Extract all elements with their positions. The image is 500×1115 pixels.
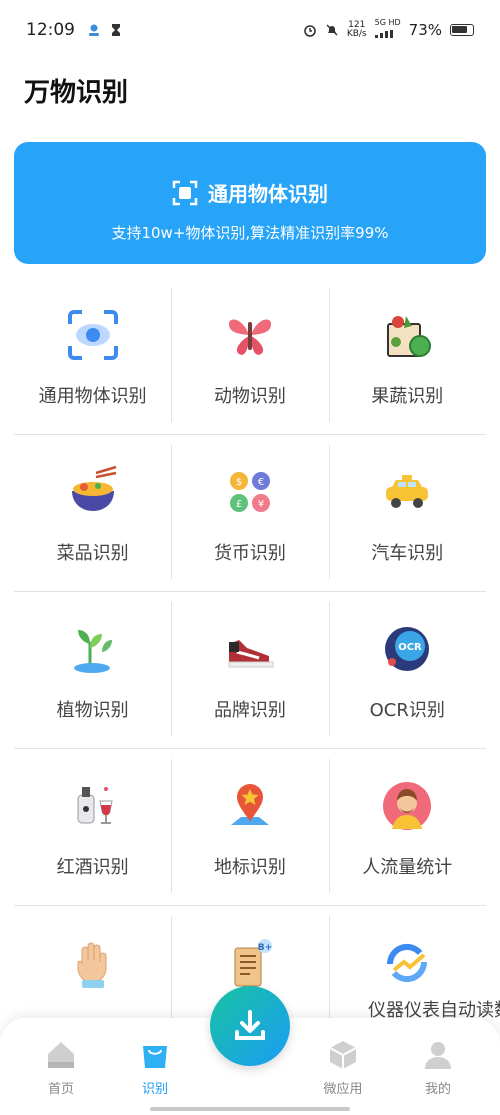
grid-item-label: 红酒识别	[56, 857, 129, 878]
noodle-bowl-icon	[71, 465, 116, 511]
page-title: 万物识别	[24, 78, 129, 108]
nav-micro-apps-label: 微应用	[323, 1082, 363, 1097]
svg-text:B+: B+	[258, 943, 272, 953]
battery-percent: 73%	[408, 21, 442, 39]
grid-item-wine[interactable]: 红酒识别	[14, 749, 171, 905]
status-bar: 12:09 121 KB/s 5G HD 73%	[0, 0, 500, 60]
person-avatar-icon	[383, 782, 432, 830]
app-notification-icon	[89, 24, 99, 36]
grid-item-vegetable[interactable]: 果蔬识别	[328, 278, 486, 434]
nav-home[interactable]: 首页	[26, 1038, 96, 1097]
eye-scan-icon	[67, 310, 118, 360]
banner-subtitle: 支持10w+物体识别,算法精准识别率99%	[111, 224, 389, 242]
grid-row: 菜品识别 $ € £ ¥ 货币识别 汽车识别	[14, 435, 486, 592]
grid-item-label: 人流量统计	[362, 857, 453, 878]
wine-icon	[77, 787, 113, 824]
download-icon	[235, 1010, 265, 1040]
grid-item-currency[interactable]: $ € £ ¥ 货币识别	[171, 435, 328, 591]
grid-item-brand[interactable]: 品牌识别	[171, 592, 328, 748]
taxi-icon	[386, 475, 429, 508]
signal-icon	[374, 30, 393, 38]
grid-row: 通用物体识别 动物识别 果蔬识别	[14, 278, 486, 435]
grid-row: 植物识别 品牌识别 OCR OCR识别	[14, 592, 486, 749]
grid-item-label: 品牌识别	[213, 700, 286, 721]
recognition-grid: 通用物体识别 动物识别 果蔬识别 菜品识别 $ € £ ¥ 货币识别 汽车识别 …	[14, 278, 486, 1063]
nav-recognize[interactable]: 识别	[120, 1038, 190, 1097]
grid-item-label: 果蔬识别	[371, 386, 444, 407]
general-recognition-banner[interactable]: 通用物体识别 支持10w+物体识别,算法精准识别率99%	[14, 142, 486, 264]
svg-text:£: £	[236, 499, 242, 510]
download-button[interactable]	[210, 986, 290, 1066]
grid-item-label: 植物识别	[56, 700, 129, 721]
home-icon	[48, 1042, 74, 1068]
alarm-icon	[304, 25, 316, 37]
banner-title: 通用物体识别	[208, 182, 328, 206]
grid-item-ocr[interactable]: OCR OCR识别	[328, 592, 486, 748]
grid-item-label: 动物识别	[213, 386, 286, 407]
cube-icon	[329, 1041, 357, 1069]
svg-text:OCR: OCR	[398, 642, 422, 653]
battery-icon	[450, 24, 474, 36]
network-speed-unit: KB/s	[346, 29, 367, 39]
vegetable-basket-icon	[387, 316, 432, 357]
hand-icon	[77, 942, 107, 988]
sneaker-icon	[228, 640, 274, 668]
grid-item-landmark[interactable]: 地标识别	[171, 749, 328, 905]
grid-item-car[interactable]: 汽车识别	[328, 435, 486, 591]
home-indicator[interactable]	[150, 1107, 350, 1111]
nav-mine-label: 我的	[424, 1082, 451, 1097]
nav-micro-apps[interactable]: 微应用	[308, 1038, 378, 1097]
grid-item-general[interactable]: 通用物体识别	[14, 278, 171, 434]
butterfly-icon	[228, 319, 271, 355]
grid-row: 红酒识别 地标识别 人流量统计	[14, 749, 486, 906]
grid-item-label: 货币识别	[213, 543, 286, 564]
grid-item-animal[interactable]: 动物识别	[171, 278, 328, 434]
grid-item-label: OCR识别	[369, 700, 445, 721]
grid-item-label: 地标识别	[213, 857, 286, 878]
status-time: 12:09	[26, 20, 75, 40]
grid-item-label: 通用物体识别	[38, 386, 147, 407]
grid-item-people-count[interactable]: 人流量统计	[328, 749, 486, 905]
network-type: 5G HD	[374, 18, 401, 27]
plant-icon	[73, 630, 112, 673]
hourglass-icon	[112, 24, 120, 36]
nav-mine[interactable]: 我的	[403, 1038, 473, 1097]
refresh-chart-icon	[387, 943, 428, 983]
grid-item-dish[interactable]: 菜品识别	[14, 435, 171, 591]
grid-item-label: 汽车识别	[371, 543, 444, 564]
user-icon	[425, 1042, 451, 1069]
shopping-bag-icon	[143, 1046, 167, 1068]
scroll-icon: B+	[234, 939, 272, 987]
ocr-icon: OCR	[385, 627, 430, 671]
nav-home-label: 首页	[47, 1082, 74, 1097]
grid-item-label: 菜品识别	[56, 543, 129, 564]
scan-frame-icon	[172, 180, 198, 205]
svg-text:$: $	[236, 477, 242, 488]
landmark-pin-icon	[230, 784, 269, 825]
nav-recognize-label: 识别	[141, 1082, 168, 1097]
svg-text:¥: ¥	[258, 499, 264, 510]
grid-item-plant[interactable]: 植物识别	[14, 592, 171, 748]
mute-icon	[326, 24, 338, 36]
coins-icon: $ € £ ¥	[229, 472, 270, 512]
svg-text:€: €	[258, 477, 264, 488]
